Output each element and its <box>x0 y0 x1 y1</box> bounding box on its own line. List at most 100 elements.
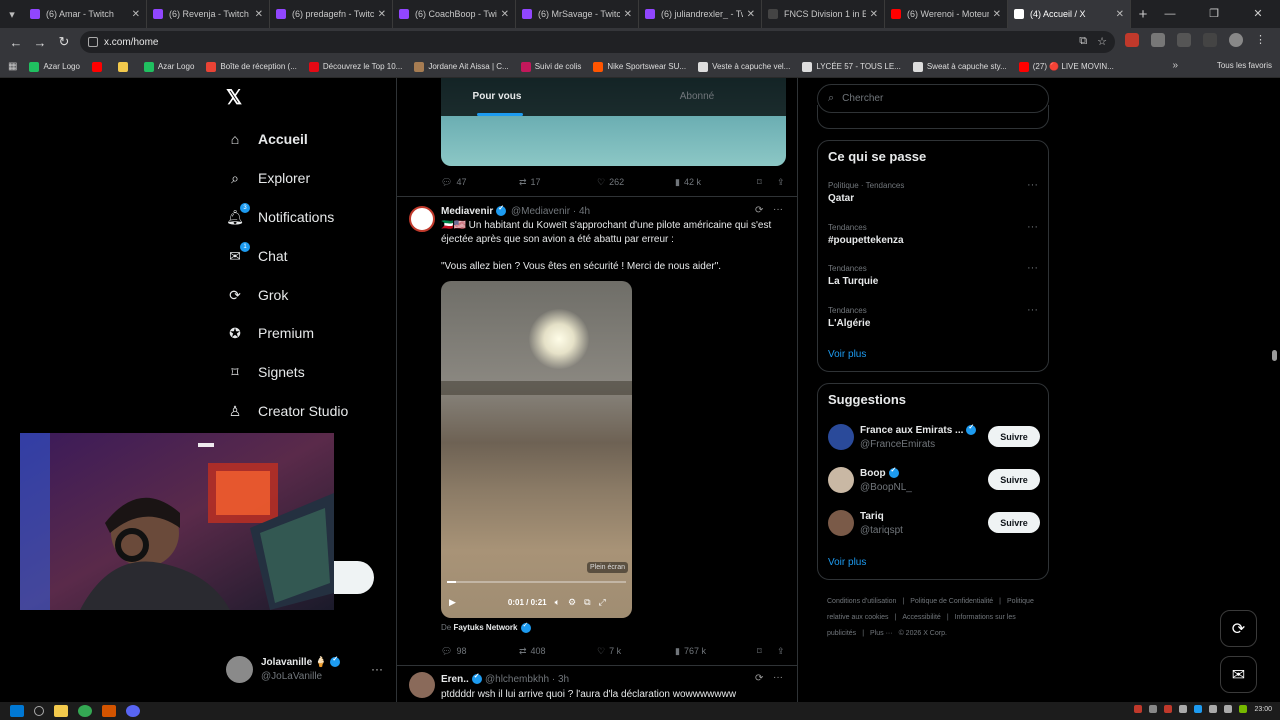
suggestion-item[interactable]: Tariq @tariqspt Suivre <box>828 510 1040 540</box>
puzzle-icon[interactable] <box>1177 33 1191 47</box>
bookmark-item[interactable]: Azar Logo <box>143 61 194 72</box>
nav-item-signets[interactable]: ⌑ Signets <box>226 357 304 387</box>
tray-icon[interactable] <box>1149 705 1158 713</box>
footer-link[interactable]: Accessibilité <box>902 614 941 621</box>
bluetooth-icon[interactable] <box>1194 705 1203 713</box>
trend-item[interactable]: Tendances L'Algérie ··· <box>828 304 1040 329</box>
nav-item-notifications[interactable]: 🔔︎ 3 Notifications <box>226 202 334 232</box>
tab-pour-vous[interactable]: Pour vous <box>397 78 597 116</box>
profile-avatar-icon[interactable] <box>1229 33 1243 47</box>
all-bookmarks-folder[interactable]: Tous les favoris <box>1217 61 1272 70</box>
close-tab-icon[interactable]: ✕ <box>993 9 1001 20</box>
close-tab-icon[interactable]: ✕ <box>747 9 755 20</box>
close-tab-icon[interactable]: ✕ <box>132 9 140 20</box>
tab-search-icon[interactable]: ▾ <box>0 0 24 28</box>
follow-button[interactable]: Suivre <box>988 469 1040 490</box>
file-explorer-icon[interactable] <box>54 705 68 717</box>
browser-tab[interactable]: FNCS Division 1 in Eu ✕ <box>762 0 885 28</box>
follow-button[interactable]: Suivre <box>988 512 1040 533</box>
discord-icon[interactable] <box>126 705 140 717</box>
url-field[interactable]: x.com/home ⧉ ☆ <box>80 31 1115 53</box>
app-icon[interactable] <box>102 705 116 717</box>
close-tab-icon[interactable]: ✕ <box>870 9 878 20</box>
extension-icon[interactable] <box>1125 33 1139 47</box>
views-button[interactable]: ▮ 42 k <box>675 177 757 188</box>
close-tab-icon[interactable]: ✕ <box>378 9 386 20</box>
footer-link[interactable]: Conditions d'utilisation <box>827 598 896 605</box>
grok-fab-button[interactable]: ⟳ <box>1220 610 1257 647</box>
browser-tab[interactable]: (6) Werenoi - Moteur ✕ <box>885 0 1008 28</box>
bookmark-item[interactable]: Veste à capuche vel... <box>698 61 790 72</box>
footer-link[interactable]: Politique de Confidentialité <box>910 598 993 605</box>
bookmark-icon[interactable]: ⌑ <box>757 646 777 657</box>
grok-icon[interactable]: ⟳ <box>755 673 763 684</box>
settings-icon[interactable]: ⚙ <box>568 597 576 608</box>
suggestions-see-more-link[interactable]: Voir plus <box>828 557 866 568</box>
maximize-icon[interactable]: ❐ <box>1192 0 1236 28</box>
bookmark-item[interactable]: Suivi de colis <box>520 61 581 72</box>
tray-icon[interactable] <box>1179 705 1188 713</box>
avatar[interactable] <box>409 672 435 698</box>
more-icon[interactable]: ··· <box>1027 179 1038 191</box>
close-tab-icon[interactable]: ✕ <box>255 9 263 20</box>
play-icon[interactable]: ▶ <box>449 597 456 608</box>
share-icon[interactable]: ⇪ <box>777 646 785 657</box>
bookmark-item[interactable]: Nike Sportswear SU... <box>593 61 686 72</box>
media-icon[interactable] <box>1203 33 1217 47</box>
like-button[interactable]: ♡ 7 k <box>597 646 675 657</box>
browser-tab[interactable]: (6) CoachBoop - Twitch ✕ <box>393 0 516 28</box>
trend-item[interactable]: Politique · Tendances Qatar ··· <box>828 179 1040 204</box>
browser-tab[interactable]: (6) MrSavage - Twitch ✕ <box>516 0 639 28</box>
browser-tab[interactable]: (4) Accueil / X ✕ <box>1008 0 1131 28</box>
nav-item-chat[interactable]: ✉ 1 Chat <box>226 241 288 271</box>
bookmark-item[interactable] <box>91 61 106 72</box>
site-info-icon[interactable] <box>88 37 98 47</box>
apps-grid-icon[interactable]: ▦ <box>8 61 17 72</box>
post-button[interactable] <box>334 561 374 594</box>
clock[interactable]: 23:00 <box>1254 706 1272 713</box>
nav-item-creator-studio[interactable]: ♙ Creator Studio <box>226 396 349 426</box>
minimize-icon[interactable]: — <box>1148 0 1192 28</box>
tray-icon[interactable] <box>1164 705 1173 713</box>
search-icon[interactable] <box>34 706 44 716</box>
bookmark-item[interactable]: Boîte de réception (... <box>206 61 297 72</box>
bookmark-item[interactable]: LYCÉE 57 - TOUS LE... <box>802 61 901 72</box>
account-switcher[interactable]: Jolavanille 🍦 @JoLaVanille ··· <box>226 655 386 686</box>
bookmark-item[interactable] <box>117 61 132 72</box>
chrome-icon[interactable] <box>78 705 92 717</box>
wifi-icon[interactable] <box>1209 705 1218 713</box>
search-bar[interactable]: ⌕ <box>817 84 1049 113</box>
trend-item[interactable]: Tendances #poupettekenza ··· <box>828 221 1040 246</box>
video-progress-bar[interactable] <box>447 581 626 583</box>
messages-fab-button[interactable]: ✉ <box>1220 656 1257 693</box>
close-tab-icon[interactable]: ✕ <box>501 9 509 20</box>
close-tab-icon[interactable]: ✕ <box>624 9 632 20</box>
reply-button[interactable]: 💬︎ 98 <box>441 646 519 657</box>
share-icon[interactable]: ⇪ <box>777 177 785 188</box>
search-input[interactable] <box>842 93 1013 104</box>
more-bookmarks-icon[interactable]: » <box>1172 60 1178 71</box>
bookmark-item[interactable]: Découvrez le Top 10... <box>308 61 402 72</box>
trend-item[interactable]: Tendances La Turquie ··· <box>828 262 1040 287</box>
volume-icon[interactable]: 🔈︎ <box>555 597 560 608</box>
video-source[interactable]: De Faytuks Network <box>441 621 531 633</box>
extension-icon[interactable] <box>1151 33 1165 47</box>
mic-icon[interactable] <box>1134 705 1143 713</box>
back-icon[interactable]: ← <box>4 35 28 50</box>
browser-tab[interactable]: (6) predagefn - Twitch ✕ <box>270 0 393 28</box>
close-tab-icon[interactable]: ✕ <box>1116 9 1124 20</box>
browser-menu-icon[interactable]: ⋮ <box>1255 33 1266 47</box>
like-button[interactable]: ♡ 262 <box>597 177 675 188</box>
bookmark-star-icon[interactable]: ☆ <box>1097 35 1107 48</box>
more-icon[interactable]: ··· <box>1027 304 1038 316</box>
scrollbar[interactable] <box>1272 350 1277 361</box>
forward-icon[interactable]: → <box>28 35 52 50</box>
footer-link[interactable]: © 2026 X Corp. <box>899 630 947 637</box>
reload-icon[interactable]: ↻ <box>52 34 76 50</box>
repost-button[interactable]: ⇄ 408 <box>519 646 597 657</box>
nvidia-icon[interactable] <box>1239 705 1248 713</box>
bookmark-item[interactable]: Jordane Ait Aissa | C... <box>414 61 509 72</box>
grok-icon[interactable]: ⟳ <box>755 205 763 216</box>
reply-button[interactable]: 💬︎ 47 <box>441 177 519 188</box>
x-logo-icon[interactable]: 𝕏 <box>226 88 246 108</box>
